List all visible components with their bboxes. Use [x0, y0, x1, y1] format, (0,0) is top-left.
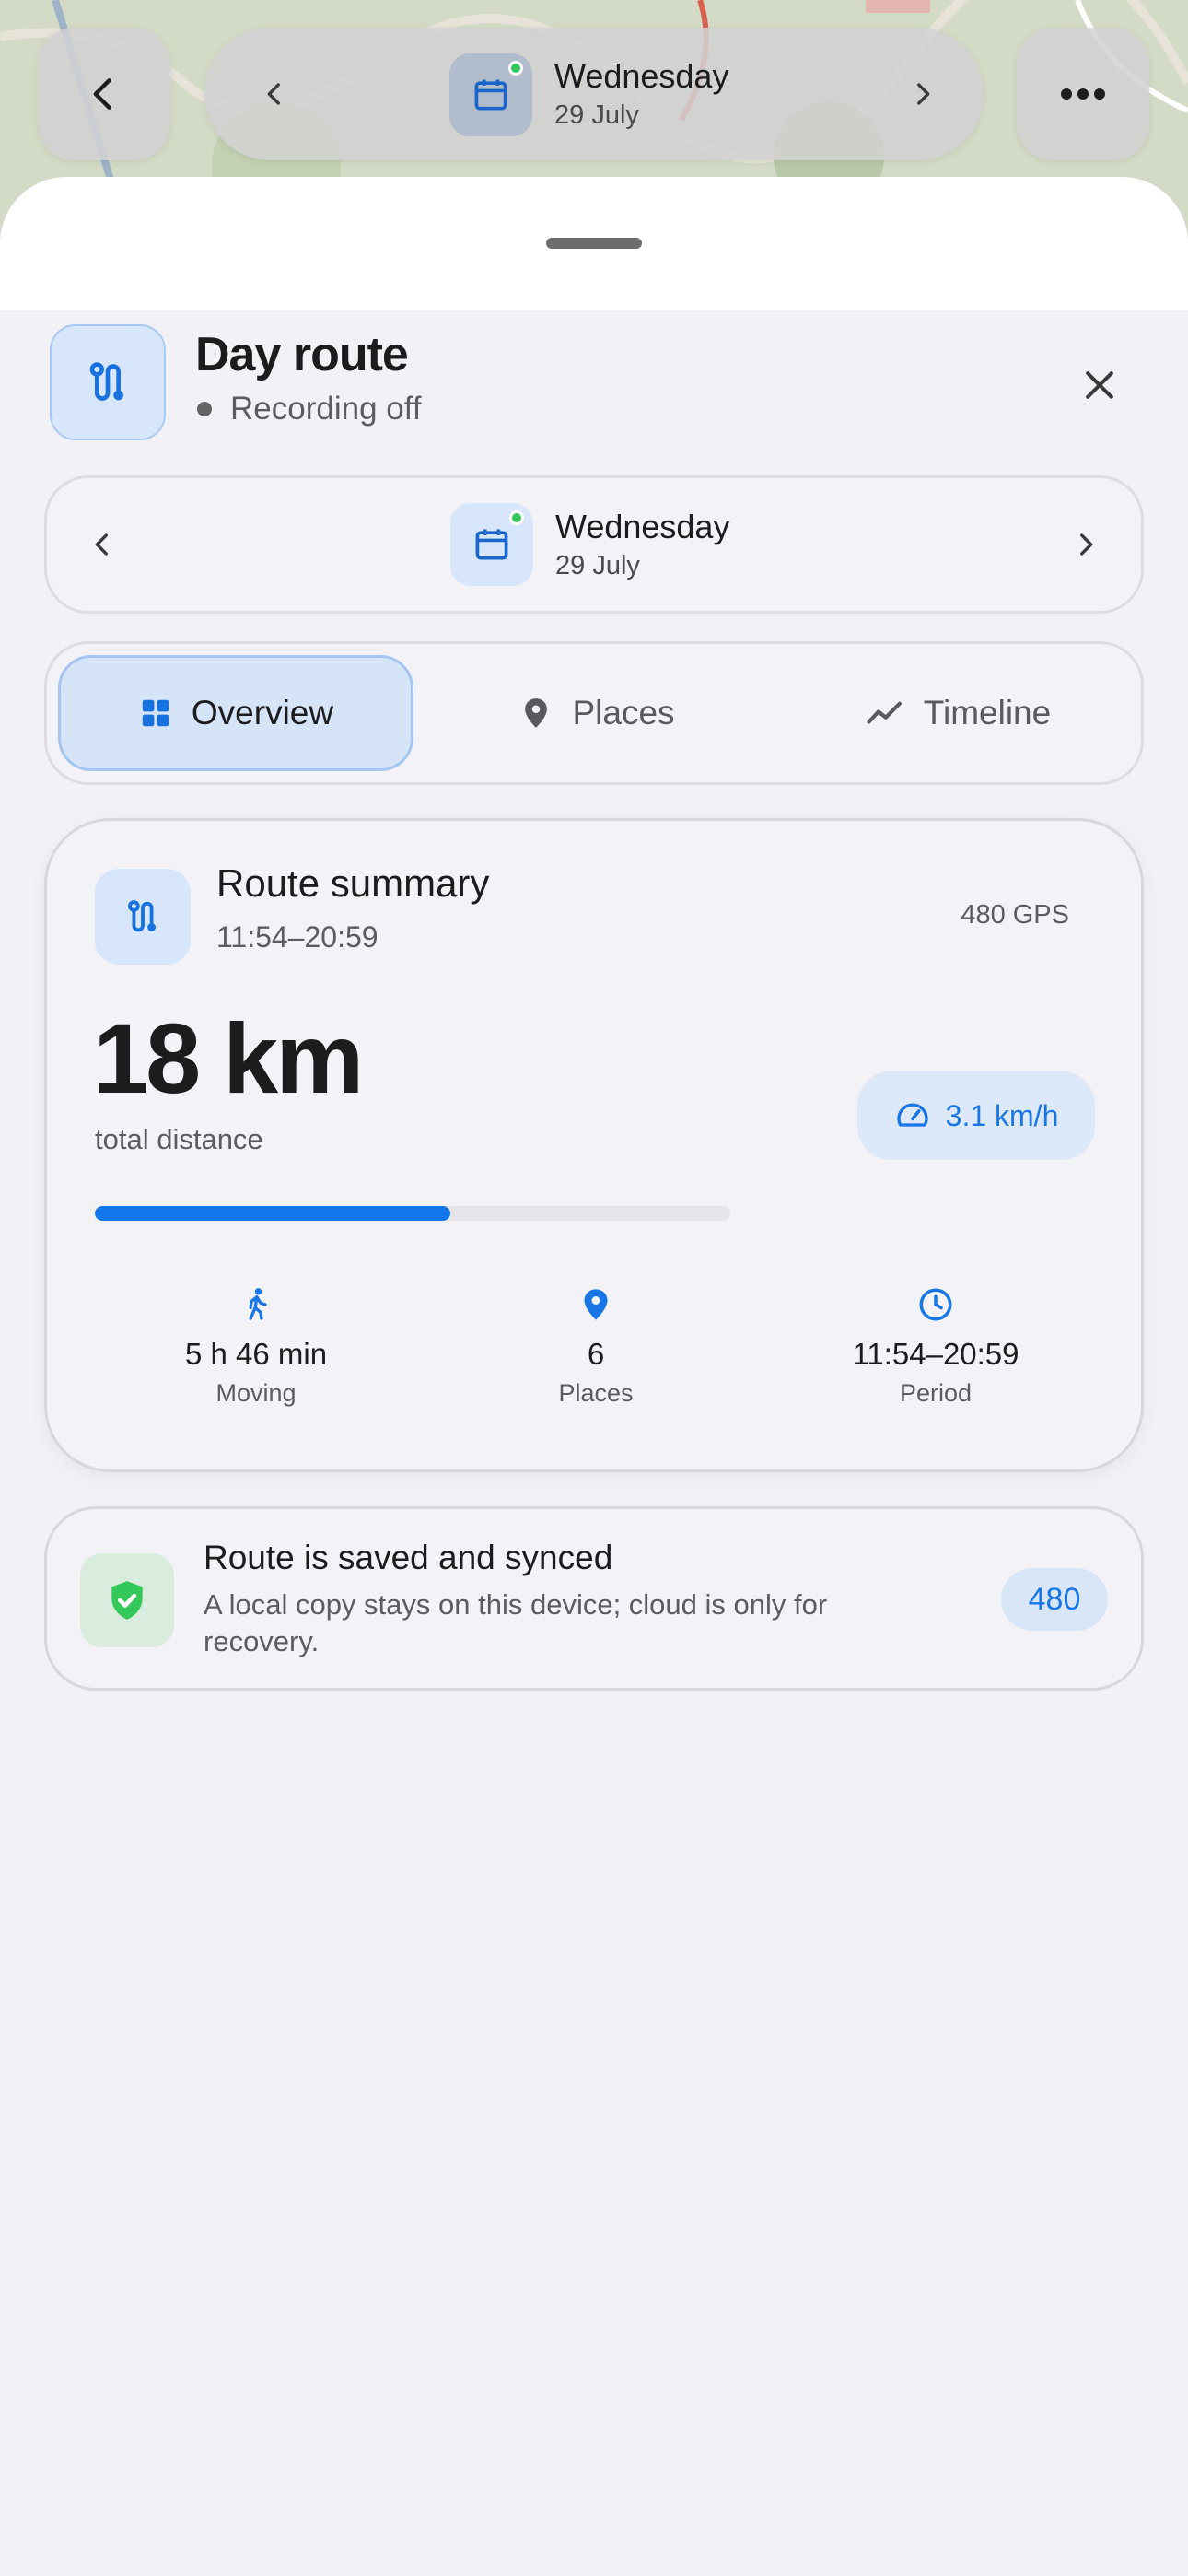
date-text: 29 July: [555, 551, 640, 580]
tab-overview[interactable]: Overview: [58, 655, 413, 771]
sync-description: A local copy stays on this device; cloud…: [204, 1588, 828, 1657]
tab-bar: Overview Places Timeline: [44, 641, 1144, 785]
chevron-right-icon: [917, 83, 930, 105]
previous-day-button[interactable]: [247, 66, 302, 122]
tab-label: Places: [572, 694, 675, 732]
calendar-button[interactable]: [449, 53, 532, 136]
active-indicator-dot: [508, 61, 523, 76]
distance-progress-bar: [95, 1206, 730, 1221]
tab-label: Overview: [191, 694, 334, 732]
trend-icon: [867, 701, 902, 724]
total-distance-value: 18 km: [93, 1002, 364, 1114]
day-name: Wednesday: [554, 57, 729, 95]
date-selector: Wednesday 29 July: [44, 475, 1144, 614]
page-title: Day route: [195, 328, 409, 381]
chevron-left-icon: [95, 533, 108, 556]
more-button[interactable]: [1017, 28, 1149, 160]
route-icon-tile: [95, 869, 191, 965]
previous-day-button[interactable]: [75, 517, 130, 572]
close-icon: [1086, 371, 1113, 399]
active-indicator-dot: [509, 510, 524, 525]
stat-moving: 5 h 46 min Moving: [118, 1282, 394, 1408]
stat-value: 5 h 46 min: [184, 1337, 328, 1371]
tab-places[interactable]: Places: [419, 655, 775, 771]
next-day-button[interactable]: [1058, 517, 1113, 572]
pin-icon: [525, 698, 548, 728]
route-icon: [89, 362, 124, 401]
sync-count-badge: 480: [1001, 1568, 1108, 1631]
stat-value: 11:54–20:59: [852, 1337, 1019, 1371]
recording-status-text: Recording off: [230, 391, 422, 427]
sync-status-card: Route is saved and synced A local copy s…: [44, 1506, 1144, 1691]
average-speed-badge: 3.1 km/h: [857, 1071, 1095, 1160]
sync-title: Route is saved and synced: [204, 1539, 613, 1576]
date-text: 29 July: [554, 100, 639, 130]
top-date-picker: Wednesday 29 July: [204, 28, 984, 160]
speedometer-icon: [897, 1103, 928, 1127]
calendar-icon: [475, 529, 508, 560]
shield-check-icon: [111, 1581, 143, 1620]
summary-title: Route summary: [216, 861, 490, 905]
chevron-left-icon: [93, 78, 111, 110]
calendar-icon: [474, 79, 507, 111]
clock-icon: [919, 1288, 952, 1321]
stat-label: Period: [899, 1379, 973, 1407]
stat-value: 6: [587, 1337, 605, 1371]
recording-status: Recording off: [195, 391, 422, 427]
gps-count: 480 GPS: [961, 900, 1069, 930]
stat-label: Places: [558, 1379, 634, 1407]
pin-icon: [584, 1289, 608, 1320]
top-date-label: Wednesday 29 July: [554, 55, 728, 133]
shield-tile: [80, 1553, 174, 1647]
summary-time-range: 11:54–20:59: [216, 920, 379, 954]
chevron-left-icon: [267, 83, 280, 105]
stat-label: Moving: [215, 1379, 297, 1407]
day-name: Wednesday: [555, 508, 730, 545]
chevron-right-icon: [1080, 533, 1093, 556]
bottom-sheet-handle-area[interactable]: [0, 177, 1188, 310]
tab-timeline[interactable]: Timeline: [780, 655, 1136, 771]
more-horizontal-icon: [1061, 88, 1105, 100]
total-distance-label: total distance: [95, 1123, 263, 1155]
status-dot: [197, 402, 212, 416]
back-button[interactable]: [38, 28, 170, 160]
sheet-grabber[interactable]: [546, 238, 642, 249]
calendar-button[interactable]: [450, 503, 533, 586]
route-summary-card: Route summary 11:54–20:59 480 GPS 18 km …: [44, 818, 1144, 1472]
close-button[interactable]: [1068, 354, 1131, 416]
tab-label: Timeline: [923, 694, 1052, 732]
grid-icon: [142, 699, 169, 727]
route-icon: [128, 900, 156, 932]
stat-period: 11:54–20:59 Period: [798, 1282, 1074, 1408]
walking-icon: [249, 1288, 267, 1320]
average-speed-text: 3.1 km/h: [945, 1098, 1059, 1132]
stat-places: 6 Places: [458, 1282, 734, 1408]
route-icon-tile: [50, 324, 166, 440]
next-day-button[interactable]: [895, 66, 950, 122]
selected-date-label: Wednesday 29 July: [555, 506, 729, 583]
distance-progress-fill: [95, 1206, 451, 1221]
